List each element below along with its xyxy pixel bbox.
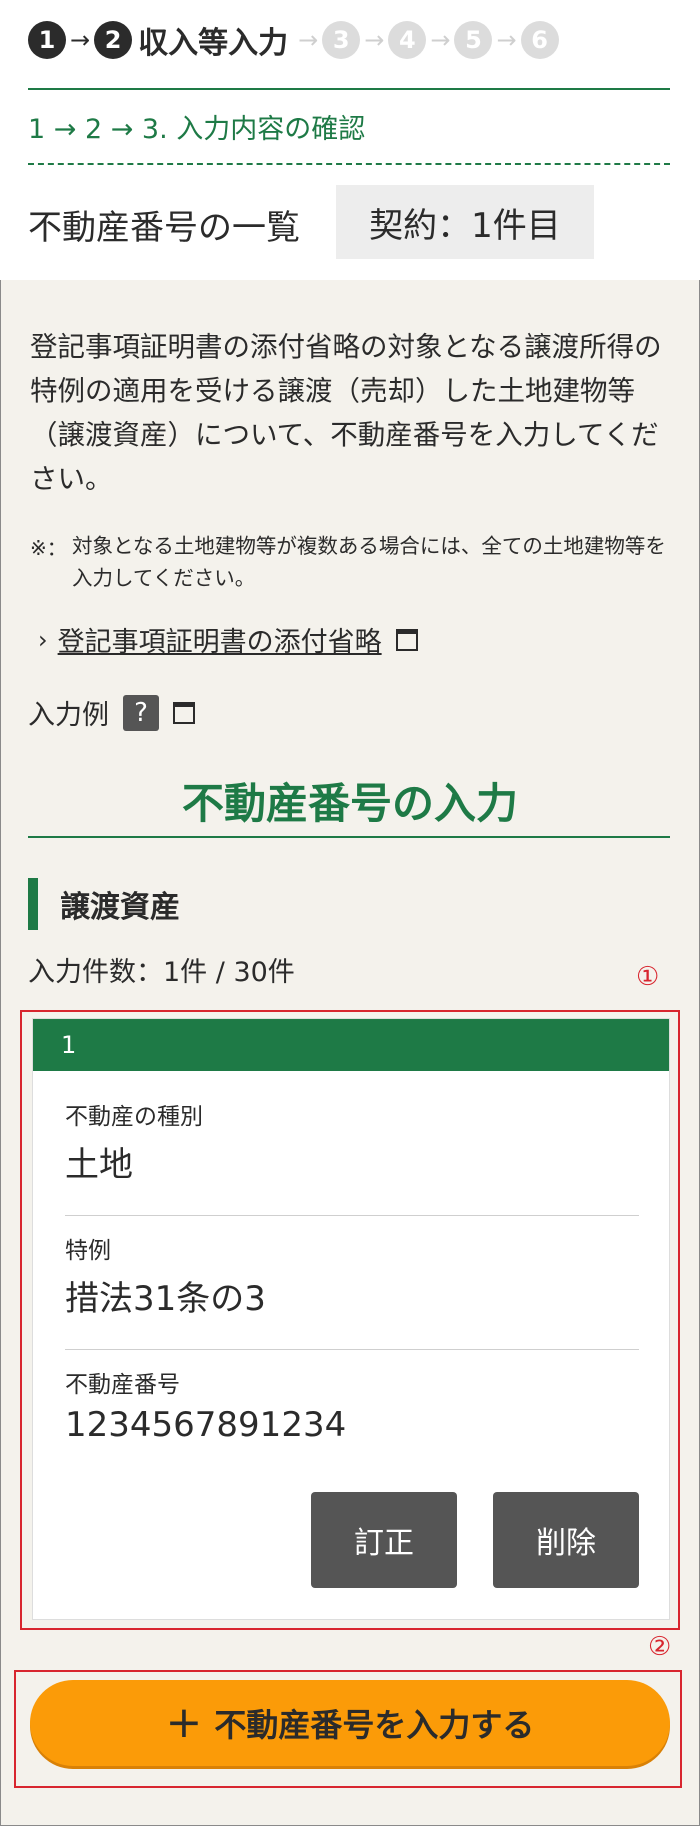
plus-icon: + xyxy=(165,1697,203,1748)
step-3-circle: 3 xyxy=(322,21,361,59)
add-property-number-button[interactable]: + 不動産番号を入力する xyxy=(30,1680,670,1766)
step-arrow-icon: → xyxy=(70,26,91,54)
input-example-row: 入力例 ? xyxy=(28,693,195,732)
header-panel: 1 → 2 収入等入力 → 3 → 4 → 5 → 6 1 → 2 → 3. 入… xyxy=(0,0,700,280)
note-mark: ※： xyxy=(30,536,67,560)
asset-heading: 譲渡資産 xyxy=(28,878,180,930)
help-icon[interactable]: ? xyxy=(123,694,159,731)
new-window-icon xyxy=(395,628,418,651)
step-4-circle: 4 xyxy=(388,21,427,59)
step-arrow-icon: → xyxy=(430,26,451,54)
omission-link[interactable]: 登記事項証明書の添付省略 xyxy=(58,620,382,659)
property-number-field: 不動産番号 1234567891234 xyxy=(65,1365,639,1465)
step-arrow-icon: → xyxy=(496,26,517,54)
add-button-label: 不動産番号を入力する xyxy=(214,1706,535,1744)
annotation-1: ① xyxy=(636,962,660,992)
header-divider xyxy=(28,88,670,90)
step-2-circle: 2 xyxy=(94,21,133,59)
step-5-circle: 5 xyxy=(454,21,493,59)
contract-badge: 契約：1件目 xyxy=(336,185,594,259)
property-type-field: 不動産の種別 土地 xyxy=(65,1097,639,1216)
section-title: 不動産番号の入力 xyxy=(181,779,518,828)
special-case-label: 特例 xyxy=(65,1238,111,1264)
card-number: 1 xyxy=(33,1019,669,1071)
step-6-circle: 6 xyxy=(520,21,559,59)
input-example-label: 入力例 xyxy=(28,700,109,731)
property-number-value: 1234567891234 xyxy=(65,1405,347,1445)
annotation-2: ② xyxy=(648,1632,672,1662)
current-step-title: 収入等入力 xyxy=(138,26,289,61)
step-arrow-icon: → xyxy=(364,26,385,54)
edit-button[interactable]: 訂正 xyxy=(311,1492,457,1588)
special-case-field: 特例 措法31条の3 xyxy=(65,1231,639,1350)
omission-link-row[interactable]: › 登記事項証明書の添付省略 xyxy=(38,620,418,659)
property-type-value: 土地 xyxy=(65,1145,133,1185)
step-indicator: 1 → 2 収入等入力 → 3 → 4 → 5 → 6 xyxy=(28,18,559,62)
page-title: 不動産番号の一覧 xyxy=(28,208,300,248)
input-count: 入力件数：1件 / 30件 xyxy=(28,957,295,988)
step-arrow-icon: → xyxy=(298,26,319,54)
section-divider xyxy=(28,836,670,838)
delete-button[interactable]: 削除 xyxy=(493,1492,639,1588)
property-card: 1 不動産の種別 土地 特例 措法31条の3 不動産番号 12345678912… xyxy=(32,1018,670,1620)
description-text: 登記事項証明書の添付省略の対象となる譲渡所得の特例の適用を受ける譲渡（売却）した… xyxy=(30,331,662,495)
new-window-icon[interactable] xyxy=(173,701,195,724)
step-1-circle: 1 xyxy=(28,21,66,59)
special-case-value: 措法31条の3 xyxy=(65,1279,266,1319)
property-number-label: 不動産番号 xyxy=(65,1372,180,1398)
dashed-divider xyxy=(28,163,670,165)
property-type-label: 不動産の種別 xyxy=(65,1104,203,1130)
sub-step-breadcrumb: 1 → 2 → 3. 入力内容の確認 xyxy=(28,114,366,145)
chevron-right-icon: › xyxy=(38,625,48,654)
note-text: 対象となる土地建物等が複数ある場合には、全ての土地建物等を入力してください。 xyxy=(72,534,666,590)
